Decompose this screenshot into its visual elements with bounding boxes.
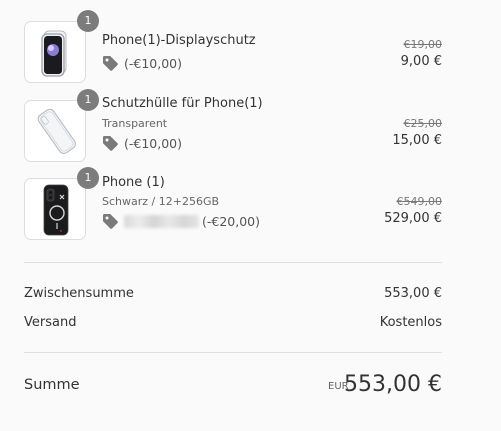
total-value: 553,00 € xyxy=(344,372,442,397)
divider xyxy=(24,262,442,263)
product-image-phone xyxy=(24,178,86,240)
subtotal-value: 553,00 € xyxy=(384,286,442,301)
discount-line: (-€10,00) xyxy=(102,55,182,72)
discount-amount: (-€10,00) xyxy=(124,136,183,151)
line-item: 1 Phone (1) Schwarz / 12+256GB (-€20,00)… xyxy=(24,167,443,242)
total-label: Summe xyxy=(24,377,80,393)
quantity-badge: 1 xyxy=(77,89,99,111)
discount-line: (-€10,00) xyxy=(102,135,182,152)
quantity-badge: 1 xyxy=(77,10,99,32)
original-price: €25,00 xyxy=(403,117,443,130)
product-variant: Transparent xyxy=(102,117,168,130)
quantity-badge: 1 xyxy=(77,167,99,189)
discount-code-redacted xyxy=(124,215,199,228)
product-variant: Schwarz / 12+256GB xyxy=(102,195,220,208)
discount-tag-icon xyxy=(102,135,119,152)
product-image-screen-protector xyxy=(24,21,86,83)
original-price: €549,00 xyxy=(396,195,443,208)
original-price: €19,00 xyxy=(403,38,443,51)
line-item: 1 Schutzhülle für Phone(1) Transparent (… xyxy=(24,89,443,164)
subtotal-label: Zwischensumme xyxy=(24,286,134,301)
line-item: 1 Phone(1)-Displayschutz (-€10,00) €19,0… xyxy=(24,10,443,85)
product-name: Phone(1)-Displayschutz xyxy=(102,33,256,48)
discount-line: (-€20,00) xyxy=(102,213,260,230)
discount-tag-icon xyxy=(102,55,119,72)
discount-amount: (-€20,00) xyxy=(202,214,261,229)
shipping-value: Kostenlos xyxy=(379,315,442,330)
product-name: Phone (1) xyxy=(102,175,165,190)
item-price: 529,00 € xyxy=(384,211,442,226)
item-price: 9,00 € xyxy=(400,54,442,69)
discount-tag-icon xyxy=(102,213,119,230)
product-name: Schutzhülle für Phone(1) xyxy=(102,96,263,111)
divider xyxy=(24,352,442,353)
item-price: 15,00 € xyxy=(392,133,442,148)
product-image-clear-case xyxy=(24,100,86,162)
discount-amount: (-€10,00) xyxy=(124,56,183,71)
shipping-label: Versand xyxy=(24,315,77,330)
